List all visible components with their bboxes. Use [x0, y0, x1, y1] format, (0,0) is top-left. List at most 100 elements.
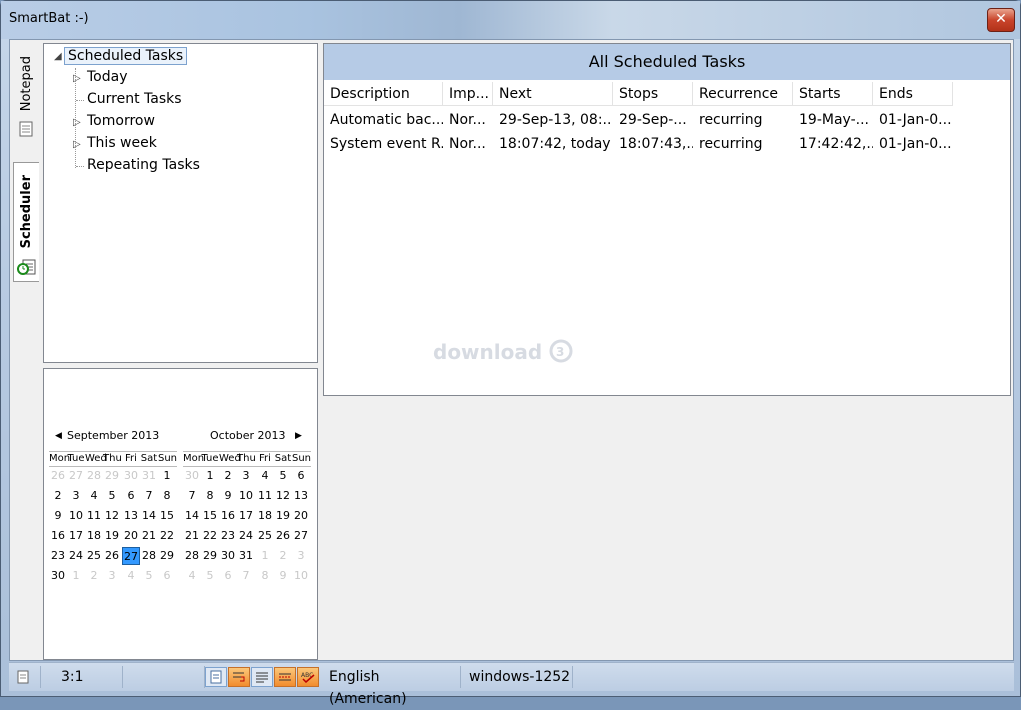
calendar-day[interactable]: 2 — [274, 547, 292, 565]
calendar-day[interactable]: 22 — [201, 527, 219, 545]
calendar-day[interactable]: 19 — [274, 507, 292, 525]
calendar-day[interactable]: 26 — [103, 547, 121, 565]
calendar-day[interactable]: 13 — [292, 487, 310, 505]
calendar-day[interactable]: 29 — [158, 547, 176, 565]
calendar-day[interactable]: 5 — [201, 567, 219, 585]
calendar-day[interactable]: 4 — [85, 487, 103, 505]
calendar-day[interactable]: 2 — [49, 487, 67, 505]
table-cell[interactable]: 18:07:42, today — [493, 132, 613, 156]
calendar-day[interactable]: 3 — [103, 567, 121, 585]
word-wrap-button[interactable] — [228, 667, 250, 687]
calendar-day[interactable]: 10 — [292, 567, 310, 585]
calendar-day[interactable]: 17 — [67, 527, 85, 545]
calendar-day[interactable]: 4 — [256, 467, 274, 485]
calendar-day[interactable]: 4 — [183, 567, 201, 585]
tab-notepad[interactable]: Notepad — [13, 46, 39, 162]
calendar-day[interactable]: 28 — [140, 547, 158, 565]
calendar-day[interactable]: 21 — [140, 527, 158, 545]
calendar-day[interactable]: 6 — [158, 567, 176, 585]
table-cell[interactable]: System event R... — [324, 132, 443, 156]
calendar-day[interactable]: 12 — [103, 507, 121, 525]
calendar-day[interactable]: 5 — [103, 487, 121, 505]
calendar-day[interactable]: 15 — [201, 507, 219, 525]
calendar-day[interactable]: 16 — [219, 507, 237, 525]
calendar-day[interactable]: 23 — [219, 527, 237, 545]
calendar-day[interactable]: 12 — [274, 487, 292, 505]
calendar-day[interactable]: 19 — [103, 527, 121, 545]
calendar-day[interactable]: 30 — [122, 467, 140, 485]
calendar-day[interactable]: 30 — [183, 467, 201, 485]
calendar-day[interactable]: 13 — [122, 507, 140, 525]
column-header[interactable]: Description — [324, 82, 443, 106]
calendar-day[interactable]: 18 — [85, 527, 103, 545]
expand-arrow-icon[interactable]: ▷ — [73, 139, 81, 150]
calendar-day[interactable]: 16 — [49, 527, 67, 545]
tree-item-this-week[interactable]: This week — [87, 135, 157, 151]
calendar-day[interactable]: 14 — [140, 507, 158, 525]
table-cell[interactable]: Automatic bac... — [324, 108, 443, 132]
calendar-day[interactable]: 3 — [237, 467, 255, 485]
column-header[interactable]: Imp... — [443, 82, 493, 106]
expand-arrow-icon[interactable]: ▷ — [73, 117, 81, 128]
language-indicator[interactable]: English (American) — [321, 666, 461, 707]
calendar-day[interactable]: 7 — [140, 487, 158, 505]
calendar-day[interactable]: 1 — [158, 467, 176, 485]
calendar-day[interactable]: 14 — [183, 507, 201, 525]
table-cell[interactable]: 29-Sep-13, 08:... — [493, 108, 613, 132]
tab-scheduler[interactable]: Scheduler — [13, 162, 39, 282]
calendar-day[interactable]: 2 — [219, 467, 237, 485]
calendar-day[interactable]: 7 — [237, 567, 255, 585]
calendar-day[interactable]: 11 — [85, 507, 103, 525]
calendar-day[interactable]: 9 — [49, 507, 67, 525]
calendar-day[interactable]: 2 — [85, 567, 103, 585]
calendar-day[interactable]: 8 — [256, 567, 274, 585]
calendar-day[interactable]: 8 — [158, 487, 176, 505]
calendar-day[interactable]: 3 — [292, 547, 310, 565]
calendar-day[interactable]: 27 — [292, 527, 310, 545]
calendar-day[interactable]: 4 — [122, 567, 140, 585]
calendar-day[interactable]: 6 — [292, 467, 310, 485]
table-cell[interactable]: recurring — [693, 108, 793, 132]
calendar-day[interactable]: 26 — [49, 467, 67, 485]
calendar-day[interactable]: 5 — [140, 567, 158, 585]
calendar-day[interactable]: 20 — [122, 527, 140, 545]
calendar-day[interactable]: 5 — [274, 467, 292, 485]
calendar-day[interactable]: 25 — [85, 547, 103, 565]
encoding-indicator[interactable]: windows-1252 — [461, 666, 573, 688]
column-header[interactable]: Starts — [793, 82, 873, 106]
column-header[interactable]: Ends — [873, 82, 953, 106]
calendar-day[interactable]: 26 — [274, 527, 292, 545]
table-cell[interactable]: 29-Sep-... — [613, 108, 693, 132]
calendar-day[interactable]: 10 — [237, 487, 255, 505]
calendar-day[interactable]: 27 — [122, 547, 140, 565]
calendar-day[interactable]: 29 — [103, 467, 121, 485]
calendar-day[interactable]: 1 — [201, 467, 219, 485]
prev-month-icon[interactable]: ◀ — [55, 431, 62, 441]
calendar-day[interactable]: 18 — [256, 507, 274, 525]
tree-item-tomorrow[interactable]: Tomorrow — [87, 113, 155, 129]
table-cell[interactable]: recurring — [693, 132, 793, 156]
tree-item-repeating-tasks[interactable]: Repeating Tasks — [87, 157, 200, 173]
column-header[interactable]: Next — [493, 82, 613, 106]
calendar-day[interactable]: 31 — [140, 467, 158, 485]
calendar-day[interactable]: 8 — [201, 487, 219, 505]
calendar-day[interactable]: 21 — [183, 527, 201, 545]
table-cell[interactable]: Nor... — [443, 132, 493, 156]
calendar-day[interactable]: 30 — [49, 567, 67, 585]
view-normal-button[interactable] — [205, 667, 227, 687]
calendar-day[interactable]: 24 — [67, 547, 85, 565]
formatting-marks-button[interactable] — [274, 667, 296, 687]
close-button[interactable]: ✕ — [987, 8, 1015, 32]
calendar-day[interactable]: 11 — [256, 487, 274, 505]
next-month-icon[interactable]: ▶ — [295, 431, 302, 441]
calendar-day[interactable]: 1 — [67, 567, 85, 585]
calendar-day[interactable]: 17 — [237, 507, 255, 525]
calendar-day[interactable]: 22 — [158, 527, 176, 545]
table-cell[interactable]: 17:42:42,... — [793, 132, 873, 156]
calendar-day[interactable]: 29 — [201, 547, 219, 565]
calendar-day[interactable]: 1 — [256, 547, 274, 565]
align-button[interactable] — [251, 667, 273, 687]
calendar-day[interactable]: 30 — [219, 547, 237, 565]
calendar-day[interactable]: 23 — [49, 547, 67, 565]
calendar-day[interactable]: 6 — [219, 567, 237, 585]
